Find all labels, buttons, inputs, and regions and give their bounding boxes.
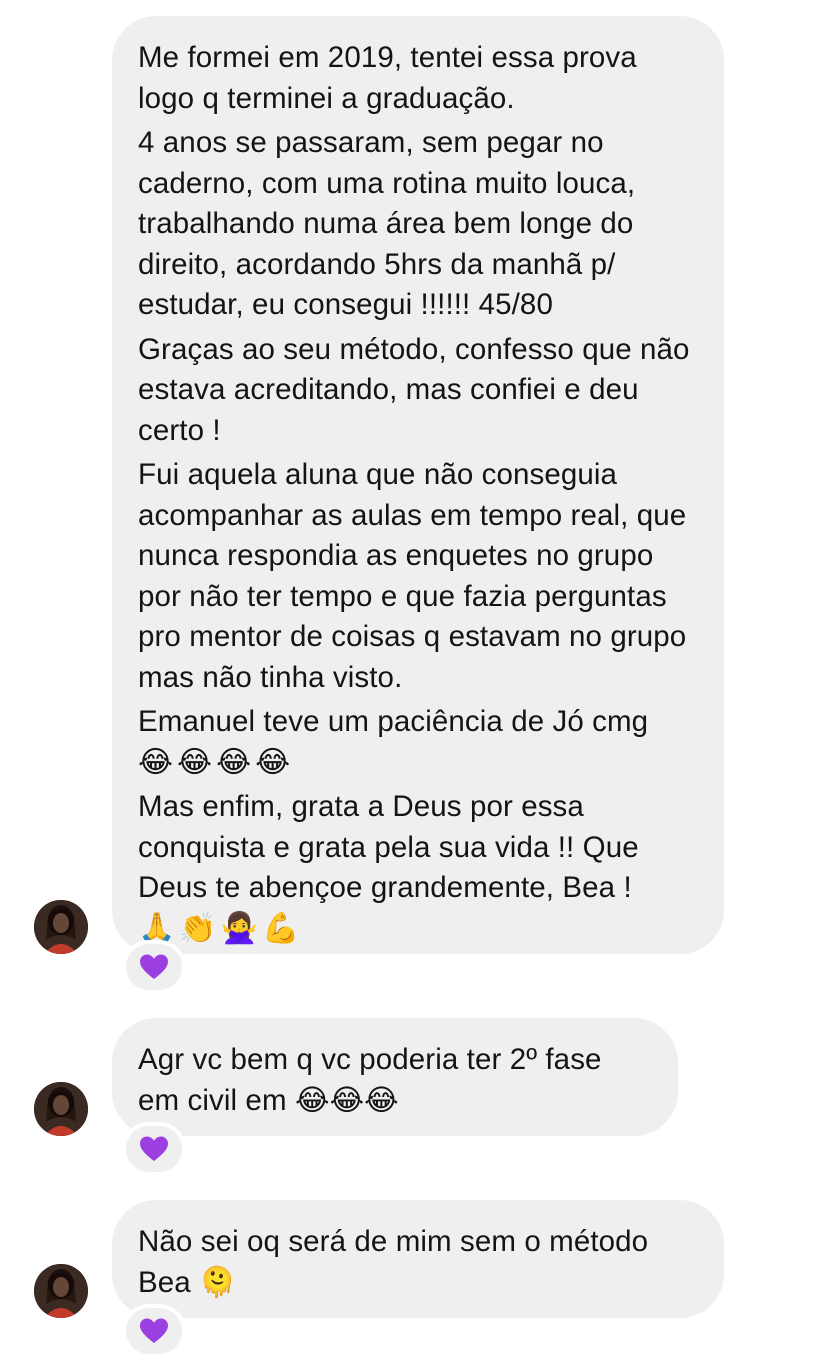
avatar[interactable] (34, 1082, 88, 1136)
message-1-paragraph-5: Emanuel teve um paciência de Jó cmg (138, 705, 649, 738)
purple-heart-icon (140, 954, 168, 979)
purple-heart-icon (140, 1136, 168, 1161)
avatar-photo (34, 900, 88, 954)
reaction-badge-3[interactable] (122, 1304, 186, 1358)
message-1-paragraph-2: 4 anos se passaram, sem pegar no caderno… (138, 126, 636, 321)
message-1-paragraph-1: Me formei em 2019, tentei essa prova log… (138, 41, 637, 115)
message-2-text: Agr vc bem q vc poderia ter 2º fase em c… (138, 1043, 602, 1117)
message-thread: Me formei em 2019, tentei essa prova log… (0, 0, 828, 1368)
reaction-badge-1[interactable] (122, 940, 186, 994)
message-bubble-3[interactable]: Não sei oq será de mim sem o método Bea … (112, 1200, 724, 1318)
message-bubble-2[interactable]: Agr vc bem q vc poderia ter 2º fase em c… (112, 1018, 678, 1136)
message-3-text: Não sei oq será de mim sem o método Bea … (138, 1225, 649, 1299)
avatar-photo (34, 1082, 88, 1136)
purple-heart-icon (140, 1318, 168, 1343)
message-1-paragraph-4: Fui aquela aluna que não conseguia acomp… (138, 458, 687, 694)
message-bubble-1[interactable]: Me formei em 2019, tentei essa prova log… (112, 16, 724, 954)
message-1-paragraph-3: Graças ao seu método, confesso que não e… (138, 332, 690, 447)
avatar[interactable] (34, 900, 88, 954)
avatar[interactable] (34, 1264, 88, 1318)
reaction-badge-2[interactable] (122, 1122, 186, 1176)
message-1-gesture-emojis: 🙏👏🙅‍♀️💪 (138, 910, 304, 946)
avatar-photo (34, 1264, 88, 1318)
message-1-laughing-emojis: 😂😂😂😂 (138, 744, 295, 780)
message-1-paragraph-7: Mas enfim, grata a Deus por essa conquis… (138, 790, 639, 904)
